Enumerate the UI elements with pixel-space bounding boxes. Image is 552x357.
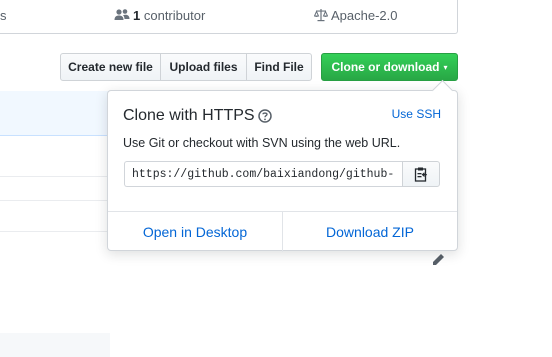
clone-or-download-label: Clone or download [331,60,440,74]
download-zip-link[interactable]: Download ZIP [283,212,457,252]
table-row-divider [0,200,110,201]
license-label: Apache-2.0 [331,8,398,23]
question-icon[interactable] [258,109,272,123]
popup-arrow [431,79,454,102]
readme-header-row [0,333,110,357]
people-icon [114,9,130,20]
repo-stats-bar: s 1 contributor Apache-2.0 [0,0,458,34]
clone-or-download-button[interactable]: Clone or download ▾ [321,53,458,81]
chevron-down-icon: ▾ [443,63,448,72]
open-in-desktop-link[interactable]: Open in Desktop [108,212,283,252]
table-row-divider [0,231,110,232]
table-row-divider [0,176,110,177]
find-file-button[interactable]: Find File [246,53,312,81]
clone-url-input[interactable] [124,161,402,187]
create-new-file-button[interactable]: Create new file [60,53,161,81]
popup-title: Clone with HTTPS [123,107,255,124]
contributors-label: contributor [143,8,206,23]
clippy-icon [414,167,427,182]
clone-description: Use Git or checkout with SVN using the w… [123,136,401,150]
copy-url-button[interactable] [402,161,440,187]
use-ssh-link[interactable]: Use SSH [392,107,441,121]
upload-files-button[interactable]: Upload files [160,53,247,81]
file-list-background [0,91,110,357]
popup-footer: Open in Desktop Download ZIP [108,211,457,252]
contributors-count: 1 [133,8,141,23]
license-stat[interactable]: Apache-2.0 [313,8,398,23]
clone-dropdown-popup: Clone with HTTPS Use SSH Use Git or chec… [107,79,458,252]
contributors-stat[interactable]: 1 contributor [114,8,205,23]
pencil-icon[interactable] [432,253,446,266]
law-icon [313,9,329,22]
latest-commit-row [0,91,110,136]
commits-stat-fragment[interactable]: s [0,8,7,23]
